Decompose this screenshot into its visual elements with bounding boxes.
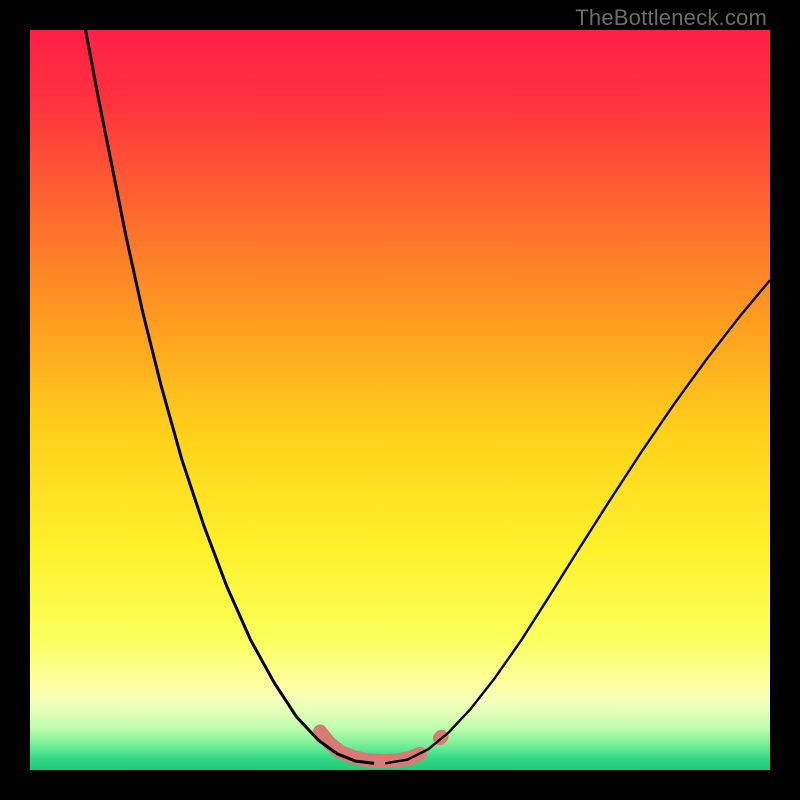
plot-area bbox=[30, 30, 770, 770]
series-left-arm bbox=[86, 30, 375, 763]
curve-layer bbox=[30, 30, 770, 770]
watermark-text: TheBottleneck.com bbox=[575, 5, 767, 31]
chart-frame: TheBottleneck.com bbox=[0, 0, 800, 800]
series-right-arm bbox=[385, 280, 770, 763]
series-bottom-marker-band bbox=[320, 732, 420, 762]
